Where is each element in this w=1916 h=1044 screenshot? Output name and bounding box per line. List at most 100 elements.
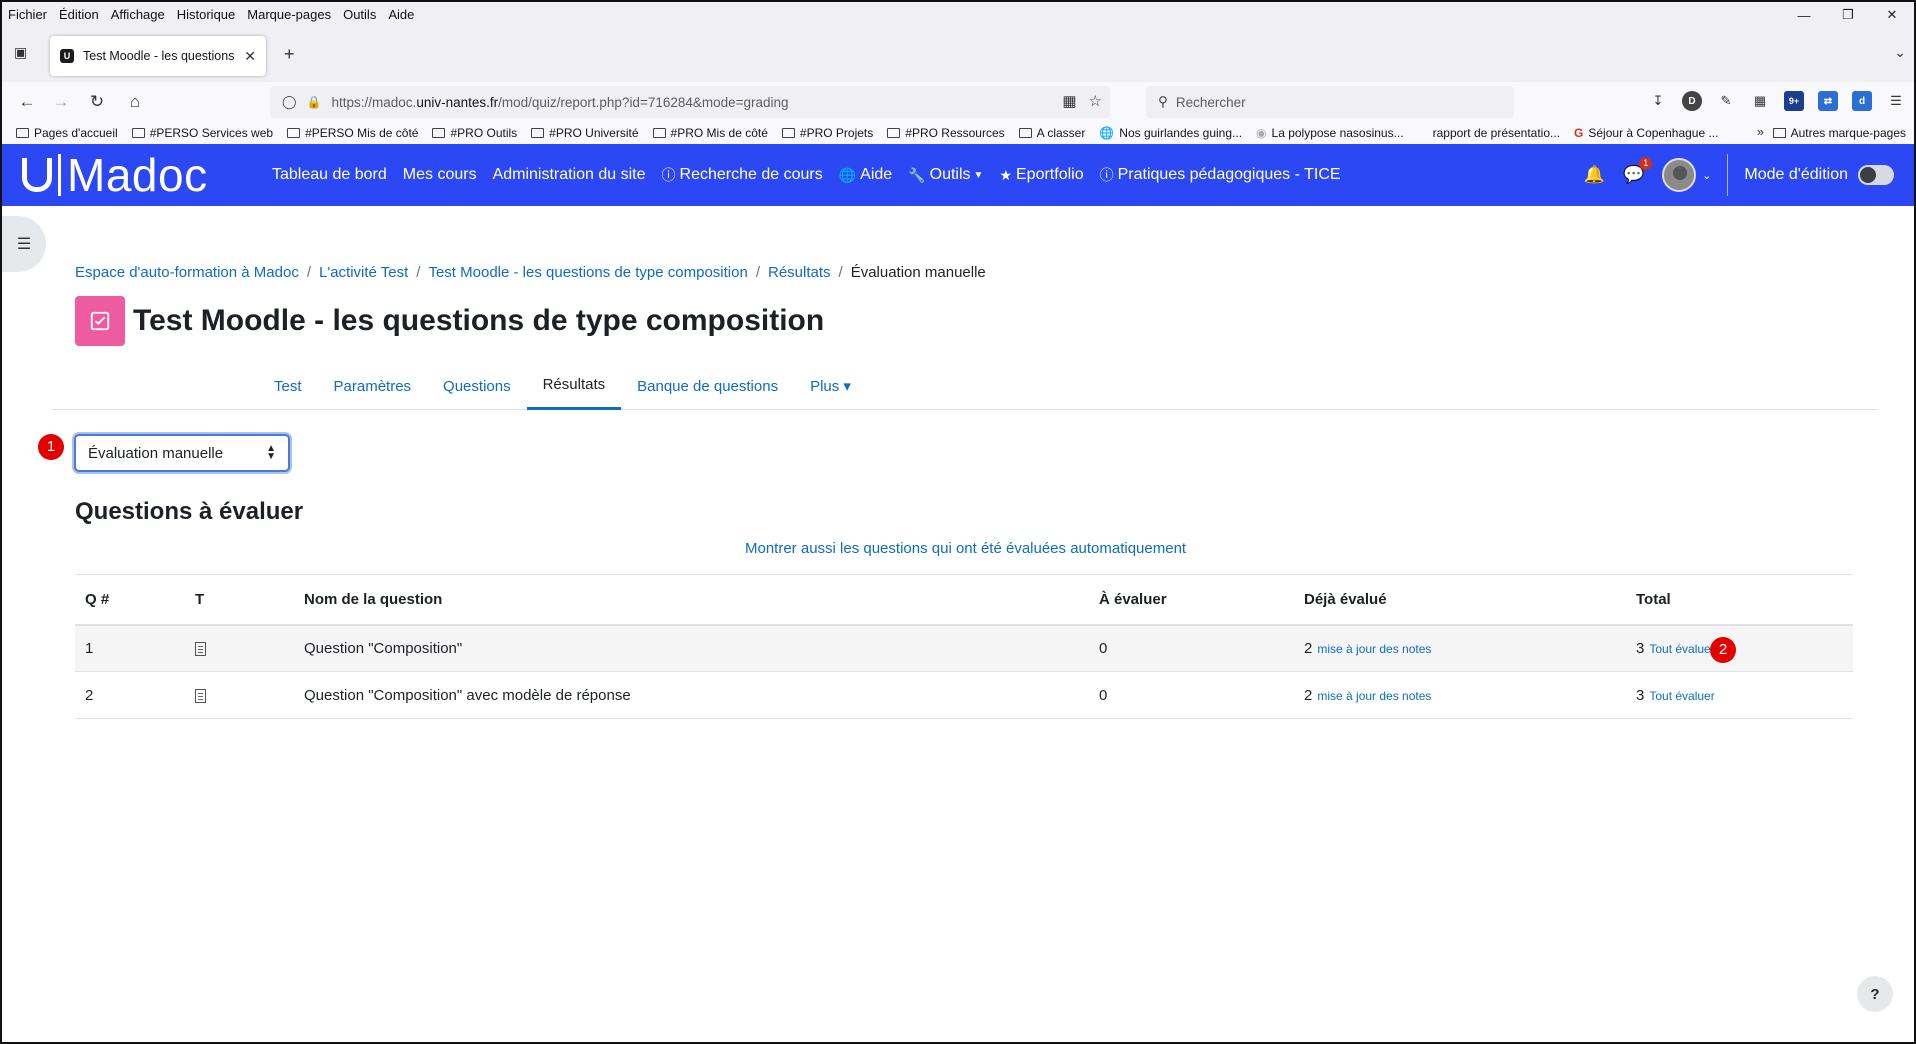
menu-edition[interactable]: Édition (59, 7, 99, 22)
bookmark-item[interactable]: ◉ La polypose nasosinus... (1256, 126, 1404, 140)
extension-badge-icon[interactable]: 9+ (1784, 91, 1804, 111)
bell-icon[interactable]: 🔔 (1584, 165, 1605, 185)
menu-marque-pages[interactable]: Marque-pages (247, 7, 331, 22)
column-header[interactable]: À évaluer (1089, 574, 1294, 626)
question-name: Question "Composition" (294, 624, 1089, 672)
restore-icon[interactable]: ❐ (1826, 4, 1870, 26)
forward-icon[interactable]: → (50, 92, 72, 112)
other-bookmarks[interactable]: Autres marque-pages (1772, 122, 1906, 144)
menu-aide[interactable]: Aide (388, 7, 414, 22)
help-button[interactable]: ? (1857, 976, 1893, 1012)
bookmark-item[interactable]: #PRO Projets (781, 126, 873, 140)
show-auto-graded-link[interactable]: Montrer aussi les questions qui ont été … (745, 540, 1186, 557)
lock-icon[interactable]: 🔒 (307, 95, 322, 109)
breadcrumb-separator: / (416, 264, 421, 281)
breadcrumb-link[interactable]: Résultats (768, 264, 831, 281)
download-icon[interactable]: ↧ (1648, 91, 1668, 111)
bookmark-star-icon[interactable]: ☆ (1089, 92, 1102, 110)
select-value: Évaluation manuelle (88, 444, 224, 462)
column-header[interactable]: Nom de la question (294, 574, 1089, 626)
bookmark-item[interactable]: A classer (1018, 126, 1086, 140)
nav-recherche-de-cours[interactable]: ⓘ Recherche de cours (662, 165, 823, 185)
home-icon[interactable]: ⌂ (124, 92, 146, 112)
bookmark-item[interactable]: Pages d'accueil (16, 126, 118, 140)
nav-outils[interactable]: 🔧 Outils ▼ (908, 166, 983, 184)
nav-tableau-de-bord[interactable]: Tableau de bord (272, 166, 387, 184)
close-window-icon[interactable]: ✕ (1870, 4, 1914, 26)
nav-label: Tableau de bord (272, 166, 387, 183)
nav-eportfolio[interactable]: ★ Eportfolio (999, 166, 1083, 184)
tab-list-icon[interactable]: ▣ (14, 44, 34, 64)
account-icon[interactable]: D (1682, 91, 1702, 111)
close-tab-icon[interactable]: ✕ (244, 48, 256, 65)
search-bar[interactable]: ⚲ Rechercher (1146, 86, 1514, 118)
bookmark-item[interactable]: 🌐 Nos guirlandes guing... (1099, 126, 1242, 140)
tab-questions[interactable]: Questions (427, 362, 527, 410)
url-bar[interactable]: ◯ 🔒 https://madoc. univ-nantes.fr/mod/qui… (270, 86, 1110, 118)
column-header[interactable]: Q # (75, 574, 185, 626)
checkbox-icon (90, 311, 110, 331)
nav-mes-cours[interactable]: Mes cours (403, 166, 477, 184)
apps-grid-icon[interactable]: ▦ (1750, 91, 1770, 111)
back-icon[interactable]: ← (16, 92, 38, 112)
menu-fichier[interactable]: Fichier (8, 7, 47, 22)
menu-historique[interactable]: Historique (177, 7, 236, 22)
reload-icon[interactable]: ↻ (86, 92, 108, 112)
menu-affichage[interactable]: Affichage (111, 7, 165, 22)
tab-test[interactable]: Test (258, 362, 318, 410)
folder-icon (652, 128, 666, 138)
translate-icon[interactable]: ⇄ (1818, 91, 1838, 111)
essay-question-icon (195, 641, 206, 656)
chevron-down-icon[interactable]: ⌄ (1894, 44, 1906, 61)
bookmark-label: La polypose nasosinus... (1271, 126, 1404, 140)
bookmark-item[interactable]: #PRO Outils (432, 126, 517, 140)
grade-all-link[interactable]: Tout évaluer (1649, 689, 1714, 703)
bookmark-item[interactable]: #PERSO Services web (131, 126, 273, 140)
nav-aide[interactable]: 🌐 Aide (839, 166, 892, 184)
folder-icon (1772, 128, 1786, 138)
avatar[interactable] (1662, 158, 1697, 192)
hamburger-menu-icon[interactable]: ☰ (1886, 91, 1906, 111)
window-controls: — ❐ ✕ (1782, 4, 1914, 26)
tab-banque-de-questions[interactable]: Banque de questions (621, 362, 794, 410)
bookmark-label: A classer (1036, 126, 1086, 140)
extensions-grid-icon[interactable]: ▦ (1062, 92, 1076, 110)
bookmark-item[interactable]: #PRO Mis de côté (652, 126, 768, 140)
extensions-icon[interactable]: ✎ (1716, 91, 1736, 111)
report-type-select[interactable]: Évaluation manuelle ▲ ▼ (74, 434, 290, 472)
breadcrumb-link[interactable]: Test Moodle - les questions de type comp… (428, 264, 747, 281)
grade-all-link[interactable]: Tout évaluer (1649, 642, 1714, 656)
folder-icon (531, 128, 545, 138)
chat-icon[interactable]: 💬 1 (1623, 157, 1653, 185)
nav-administration[interactable]: Administration du site (493, 166, 646, 184)
update-grades-link[interactable]: mise à jour des notes (1317, 689, 1431, 703)
bookmark-item[interactable]: #PRO Ressources (887, 126, 1005, 140)
column-header[interactable]: Déjà évalué (1294, 574, 1626, 626)
browser-tab[interactable]: U Test Moodle - les questions de t ✕ (50, 36, 266, 76)
shield-icon[interactable]: ◯ (282, 94, 297, 110)
update-grades-link[interactable]: mise à jour des notes (1317, 642, 1431, 656)
tab-plus[interactable]: Plus ▾ (794, 362, 867, 410)
bookmark-item[interactable]: G Séjour à Copenhague ... (1574, 126, 1718, 140)
course-index-toggle[interactable]: ☰ (2, 216, 46, 272)
primary-nav: Tableau de bord Mes cours Administration… (272, 144, 1357, 206)
bookmark-label: #PRO Outils (450, 126, 518, 140)
tab-resultats[interactable]: Résultats (526, 362, 622, 410)
tab-parametres[interactable]: Paramètres (318, 362, 428, 410)
bookmark-item[interactable]: rapport de présentatio... (1418, 126, 1560, 140)
bookmark-item[interactable]: #PERSO Mis de côté (287, 126, 418, 140)
d-extension-icon[interactable]: d (1852, 91, 1872, 111)
nav-pratiques-pedagogiques[interactable]: ⓘ Pratiques pédagogiques - TICE (1100, 165, 1341, 185)
breadcrumb-link[interactable]: Espace d'auto-formation à Madoc (75, 264, 299, 281)
minimize-icon[interactable]: — (1782, 4, 1826, 26)
new-tab-icon[interactable]: + (284, 44, 295, 65)
chevron-down-icon[interactable]: ⌄ (1702, 169, 1711, 182)
breadcrumb-link[interactable]: L'activité Test (319, 264, 408, 281)
chevron-double-right-icon[interactable]: » (1757, 124, 1764, 139)
madoc-logo[interactable]: Madoc (22, 149, 208, 201)
column-header[interactable]: T (185, 574, 294, 626)
menu-outils[interactable]: Outils (343, 7, 376, 22)
bookmark-item[interactable]: #PRO Université (531, 126, 639, 140)
column-header[interactable]: Total (1626, 574, 1853, 626)
edit-mode-toggle[interactable] (1858, 165, 1894, 185)
